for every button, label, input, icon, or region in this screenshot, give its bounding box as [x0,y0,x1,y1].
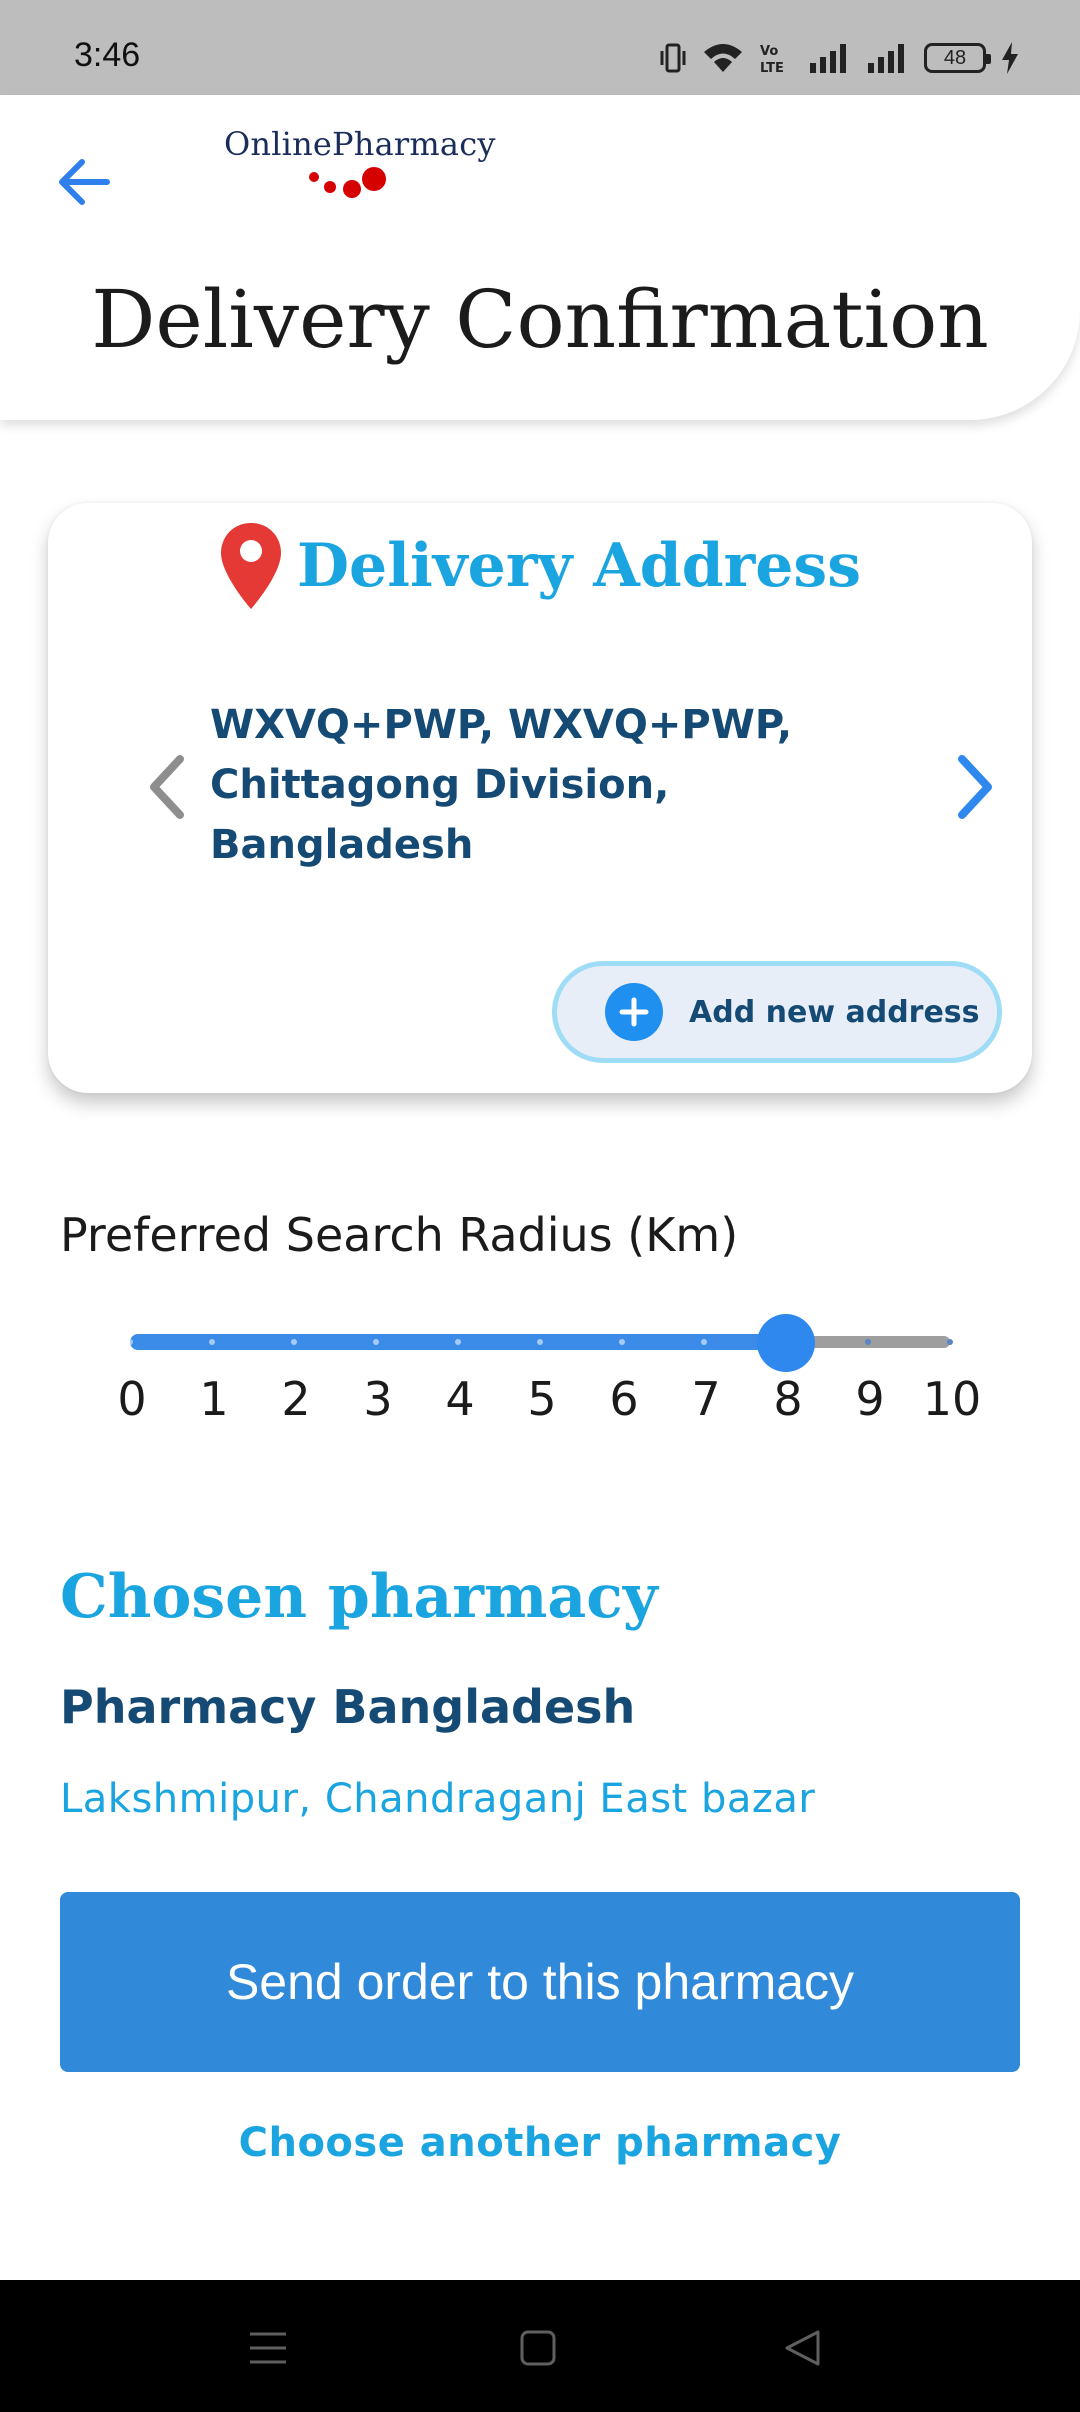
slider-tick-labels: 0 1 2 3 4 5 6 7 8 9 10 [117,1372,981,1432]
status-icons: Vo LTE 48 [658,40,1020,76]
add-new-address-label: Add new address [689,994,980,1030]
choose-another-pharmacy-link[interactable]: Choose another pharmacy [0,2120,1080,2166]
slider-tick-label: 4 [445,1372,475,1426]
slider-tick-label: 1 [199,1372,229,1426]
battery-icon: 48 [924,43,991,73]
back-triangle-icon [785,2330,820,2366]
wifi-icon [704,44,742,72]
svg-text:LTE: LTE [760,61,784,75]
slider-tick-label: 3 [363,1372,393,1426]
back-nav-button[interactable] [780,2326,824,2370]
logo-text: OnlinePharmacy [224,125,496,163]
slider-tick-mark [455,1339,461,1345]
volte-icon: Vo LTE [760,44,784,75]
card-header: Delivery Address [48,521,1032,611]
previous-address-button[interactable] [136,747,196,827]
slider-tick-mark [619,1339,625,1345]
vibrate-icon [660,43,686,73]
slider-tick-label: 10 [922,1372,982,1426]
slider-tick-mark [373,1339,379,1345]
menu-icon [250,2332,286,2364]
slider-tick-label: 8 [773,1372,803,1426]
signal-icon [868,44,904,73]
slider-tick-label: 5 [527,1372,557,1426]
charging-icon [1002,42,1018,74]
slider-tick-label: 7 [691,1372,721,1426]
pharmacy-address: Lakshmipur, Chandraganj East bazar [60,1776,816,1822]
slider-tick-label: 6 [609,1372,639,1426]
slider-tick-mark [127,1339,133,1345]
send-order-button[interactable]: Send order to this pharmacy [60,1892,1020,2072]
page-header: OnlinePharmacy Delivery Confirmation [0,95,1080,420]
slider-tick-label: 0 [117,1372,147,1426]
slider-tick-label: 2 [281,1372,311,1426]
chosen-pharmacy-title: Chosen pharmacy [60,1562,658,1632]
slider-tick-mark [291,1339,297,1345]
slider-tick-mark [537,1339,543,1345]
slider-tick-mark [865,1339,871,1345]
system-nav-bar [0,2280,1080,2412]
chevron-right-icon [958,755,992,819]
signal-icon [810,44,846,73]
chevron-left-icon [150,755,184,819]
next-address-button[interactable] [946,747,1006,827]
search-radius-label: Preferred Search Radius (Km) [60,1208,739,1262]
home-button[interactable] [516,2326,560,2370]
slider-tick-mark [701,1339,707,1345]
menu-button[interactable] [246,2326,290,2370]
map-pin-icon [221,523,281,609]
page-title: Delivery Confirmation [91,273,989,366]
slider-thumb[interactable] [757,1314,815,1372]
svg-text:Vo: Vo [760,44,778,59]
pharmacy-name: Pharmacy Bangladesh [60,1680,636,1734]
logo: OnlinePharmacy [224,125,496,205]
plus-icon [605,983,663,1041]
slider-tick-mark [947,1339,953,1345]
slider-tick-label: 9 [855,1372,885,1426]
arrow-left-icon [59,159,110,205]
back-button[interactable] [52,150,116,214]
card-title: Delivery Address [297,531,861,601]
status-time: 3:46 [74,36,141,74]
add-new-address-button[interactable]: Add new address [552,961,1002,1063]
home-square-icon [520,2330,556,2366]
address-text: WXVQ+PWP, WXVQ+PWP, Chittagong Division,… [210,702,793,868]
logo-dots-icon [309,167,386,198]
slider-tick-mark [209,1339,215,1345]
search-radius-slider[interactable] [127,1314,953,1372]
status-bar: 3:46 Vo LTE 48 [0,0,1080,95]
delivery-address-card: Delivery Address WXVQ+PWP, WXVQ+PWP, Chi… [48,503,1032,1093]
